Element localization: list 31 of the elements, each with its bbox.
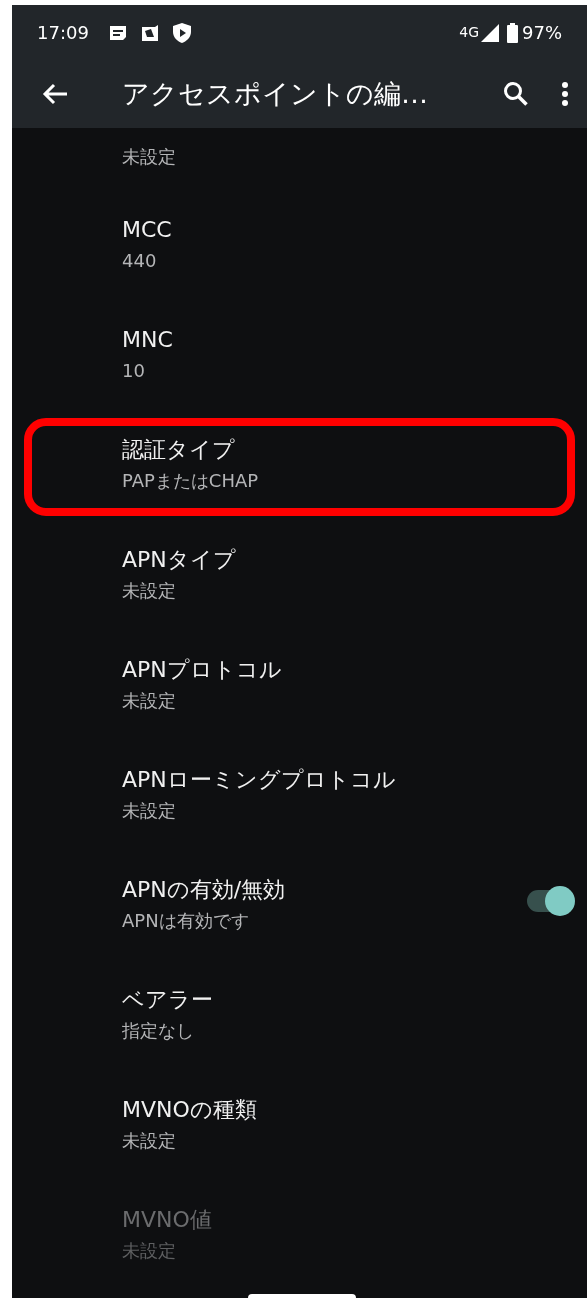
setting-value: 440 bbox=[122, 249, 157, 273]
setting-title[interactable]: APNローミングプロトコル bbox=[122, 766, 396, 794]
network-type: 4G bbox=[459, 23, 479, 42]
setting-value: 未設定 bbox=[122, 145, 176, 169]
setting-value: 指定なし bbox=[122, 1019, 194, 1043]
battery-icon bbox=[507, 22, 518, 43]
setting-title[interactable]: ベアラー bbox=[122, 986, 213, 1014]
setting-title[interactable]: MVNOの種類 bbox=[122, 1096, 257, 1124]
signal-icon bbox=[481, 23, 499, 42]
setting-title[interactable]: APNタイプ bbox=[122, 546, 236, 574]
setting-title[interactable]: 認証タイプ bbox=[122, 436, 235, 464]
setting-value: 未設定 bbox=[122, 689, 176, 713]
battery-level: 97% bbox=[522, 21, 562, 45]
setting-title[interactable]: MCC bbox=[122, 216, 172, 244]
notification-icon bbox=[108, 24, 127, 41]
setting-value: PAPまたはCHAP bbox=[122, 469, 259, 493]
more-options-button[interactable] bbox=[559, 79, 571, 109]
setting-value: 10 bbox=[122, 359, 145, 383]
setting-title[interactable]: MNC bbox=[122, 326, 173, 354]
screen-title: アクセスポイントの編… bbox=[122, 76, 428, 111]
setting-title[interactable]: APNプロトコル bbox=[122, 656, 282, 684]
setting-value: 未設定 bbox=[122, 799, 176, 823]
shield-icon bbox=[172, 22, 191, 43]
card-icon bbox=[140, 23, 159, 42]
setting-value: 未設定 bbox=[122, 1239, 176, 1263]
status-time: 17:09 bbox=[37, 21, 89, 45]
setting-title: MVNO値 bbox=[122, 1206, 212, 1234]
setting-title[interactable]: APNの有効/無効 bbox=[122, 876, 286, 904]
setting-value: 未設定 bbox=[122, 579, 176, 603]
setting-value: APNは有効です bbox=[122, 909, 249, 933]
setting-value: 未設定 bbox=[122, 1129, 176, 1153]
